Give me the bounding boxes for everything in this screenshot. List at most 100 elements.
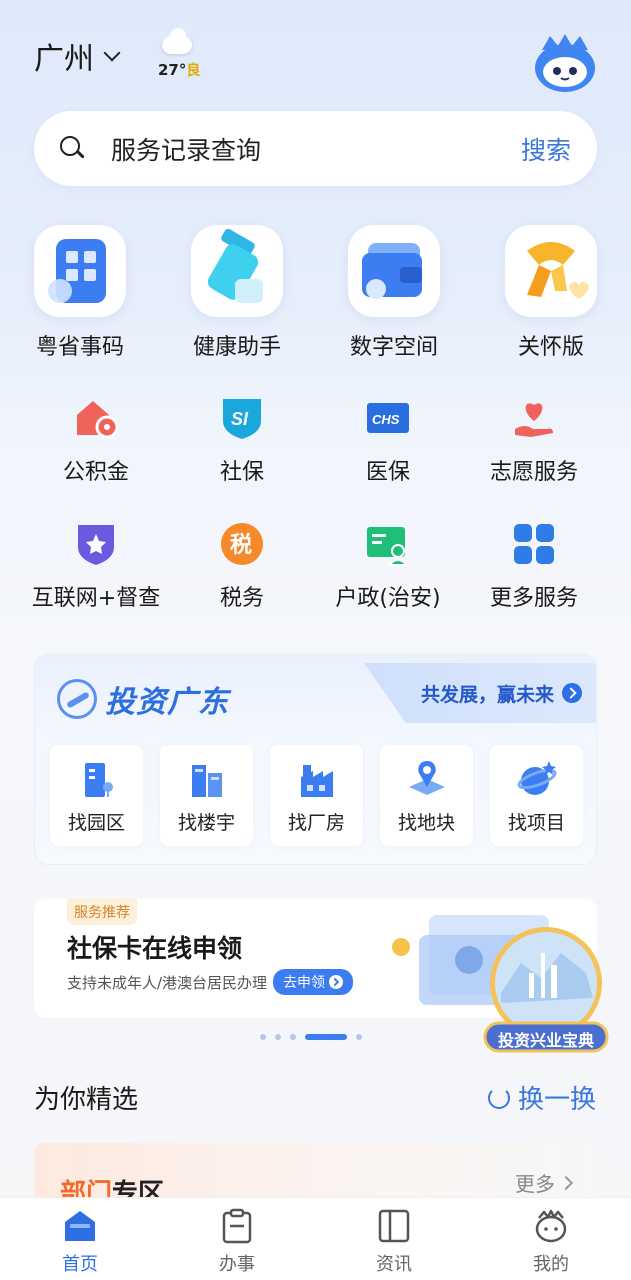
- service-internet-inspection[interactable]: 互联网+督查: [26, 521, 166, 612]
- service-volunteer[interactable]: 志愿服务: [464, 395, 604, 486]
- service-label: 公积金: [62, 460, 129, 485]
- invest-item-project[interactable]: 找项目: [490, 745, 583, 846]
- search-input[interactable]: 服务记录查询: [111, 131, 521, 167]
- section-title-picks: 为你精选: [34, 1085, 139, 1115]
- app-health-assistant[interactable]: 健康助手: [182, 225, 292, 361]
- app-care-version[interactable]: 关怀版: [496, 225, 606, 361]
- apply-button[interactable]: 去申领: [273, 969, 354, 995]
- service-social-security[interactable]: SI 社保: [172, 395, 312, 486]
- search-icon: [60, 135, 86, 162]
- svg-text:CHS: CHS: [372, 412, 400, 427]
- banner-subtitle: 支持未成年人/港澳台居民办理: [67, 973, 268, 992]
- home-icon: [62, 1208, 98, 1244]
- svg-text:税: 税: [230, 532, 252, 558]
- badge-label: 投资兴业宝典: [497, 1031, 594, 1050]
- medical-insurance-icon: CHS: [365, 395, 411, 441]
- carousel-dot[interactable]: [290, 1034, 296, 1040]
- assistant-avatar-icon[interactable]: [532, 32, 598, 94]
- banner-title: 社保卡在线申领: [67, 934, 243, 963]
- dept-more-link[interactable]: 更多: [515, 1168, 574, 1197]
- invest-item-label: 找地块: [397, 812, 455, 834]
- invest-item-label: 找园区: [67, 812, 125, 834]
- tab-label: 资讯: [376, 1254, 412, 1275]
- carousel-dot[interactable]: [260, 1034, 266, 1040]
- inspection-shield-icon: [73, 521, 119, 567]
- household-registration-icon: [365, 521, 411, 567]
- invest-item-factory[interactable]: 找厂房: [270, 745, 363, 846]
- service-medical-insurance[interactable]: CHS 医保: [318, 395, 458, 486]
- invest-item-label: 找厂房: [287, 812, 345, 834]
- invest-slogan-link[interactable]: 共发展，赢未来: [364, 663, 596, 723]
- tab-label: 办事: [219, 1254, 255, 1275]
- app-label: 关怀版: [517, 335, 584, 360]
- invest-slogan-text: 共发展，赢未来: [420, 683, 554, 706]
- more-services-icon: [511, 521, 557, 567]
- service-label: 医保: [365, 460, 410, 485]
- wallet-icon: [348, 225, 440, 317]
- more-label: 更多: [515, 1172, 555, 1196]
- service-housing-fund[interactable]: 公积金: [26, 395, 166, 486]
- arrow-right-circle-icon: [562, 683, 582, 703]
- app-label: 粤省事码: [35, 335, 124, 360]
- building-icon: [187, 759, 227, 799]
- refresh-icon: [488, 1086, 510, 1109]
- cloud-icon: [162, 28, 192, 54]
- refresh-label: 换一换: [518, 1085, 597, 1115]
- app-label: 数字空间: [349, 335, 438, 360]
- tab-home[interactable]: 首页: [40, 1208, 120, 1276]
- app-label: 健康助手: [192, 335, 281, 360]
- invest-item-label: 找项目: [507, 812, 565, 834]
- housing-fund-icon: [73, 395, 119, 441]
- invest-item-land[interactable]: 找地块: [380, 745, 473, 846]
- service-label: 户政(治安): [335, 586, 441, 611]
- service-label: 志愿服务: [489, 460, 578, 485]
- project-icon: [517, 759, 557, 799]
- service-label: 更多服务: [489, 586, 578, 611]
- service-more[interactable]: 更多服务: [464, 521, 604, 612]
- city-name: 广州: [34, 42, 94, 77]
- arrow-right-icon: [329, 975, 344, 989]
- service-household-registration[interactable]: 户政(治安): [318, 521, 458, 612]
- service-label: 互联网+督查: [31, 586, 161, 611]
- invest-item-label: 找楼宇: [177, 812, 235, 834]
- invest-item-building[interactable]: 找楼宇: [160, 745, 253, 846]
- factory-icon: [297, 759, 337, 799]
- city-selector[interactable]: 广州: [34, 34, 121, 78]
- carousel-indicator: [260, 1034, 362, 1040]
- refresh-button[interactable]: 换一换: [488, 1079, 596, 1116]
- search-button[interactable]: 搜索: [521, 131, 571, 167]
- svg-text:SI: SI: [231, 409, 249, 429]
- invest-handbook-badge[interactable]: 投资兴业宝典: [481, 923, 611, 1053]
- profile-icon: [533, 1208, 569, 1244]
- invest-item-park[interactable]: 找园区: [50, 745, 143, 846]
- tab-label: 我的: [533, 1254, 569, 1275]
- tab-label: 首页: [62, 1254, 98, 1275]
- clipboard-icon: [219, 1208, 255, 1244]
- carousel-dot[interactable]: [356, 1034, 362, 1040]
- weather-widget[interactable]: 27°良: [156, 28, 206, 82]
- tab-services[interactable]: 办事: [197, 1208, 277, 1276]
- apply-button-label: 去申领: [283, 975, 326, 991]
- banner-tag: 服务推荐: [67, 899, 137, 925]
- weather-temp: 27°: [158, 61, 187, 79]
- bottom-tab-bar: 首页 办事 资讯 我的: [0, 1197, 631, 1280]
- news-icon: [376, 1208, 412, 1244]
- land-plot-icon: [407, 759, 447, 799]
- search-bar[interactable]: 服务记录查询 搜索: [34, 111, 597, 186]
- service-label: 社保: [219, 460, 264, 485]
- app-yueshengshi-code[interactable]: 粤省事码: [25, 225, 135, 361]
- banner-subtitle-row: 支持未成年人/港澳台居民办理 去申领: [67, 969, 354, 995]
- carousel-dot-active[interactable]: [305, 1034, 347, 1040]
- invest-title: 投资广东: [57, 677, 229, 721]
- scarf-heart-icon: [505, 225, 597, 317]
- service-tax[interactable]: 税 税务: [172, 521, 312, 612]
- chevron-down-icon: [103, 44, 121, 62]
- tab-news[interactable]: 资讯: [354, 1208, 434, 1276]
- app-digital-space[interactable]: 数字空间: [339, 225, 449, 361]
- qr-code-icon: [34, 225, 126, 317]
- invest-title-text: 投资广东: [105, 685, 229, 720]
- service-label: 税务: [219, 586, 264, 611]
- tab-profile[interactable]: 我的: [511, 1208, 591, 1276]
- carousel-dot[interactable]: [275, 1034, 281, 1040]
- park-icon: [77, 759, 117, 799]
